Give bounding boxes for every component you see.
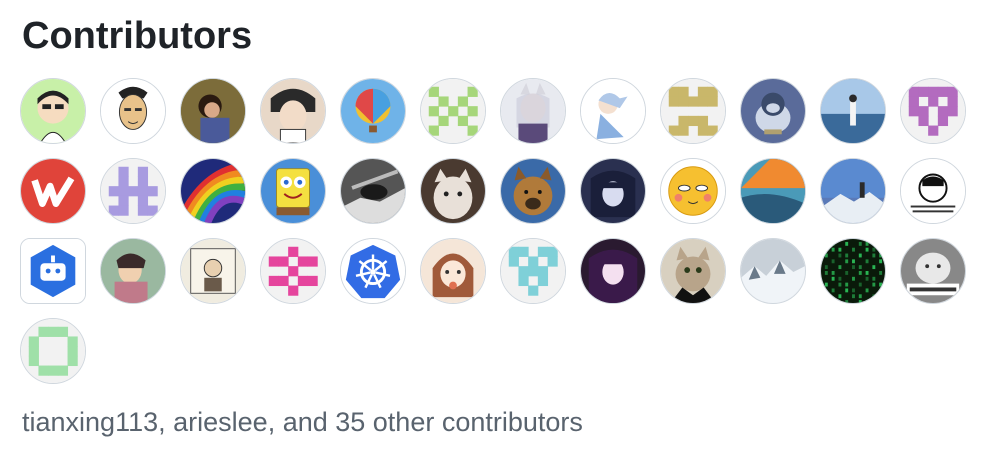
photo-cat-face-icon [421, 159, 485, 223]
identicon-magenta-icon [261, 239, 325, 303]
photo-sea-icon [821, 79, 885, 143]
contributor-avatar-matrix-code[interactable] [820, 238, 886, 304]
contributors-heading: Contributors [22, 15, 253, 57]
summary-separator: , and [267, 407, 336, 437]
contributor-link-arieslee[interactable]: arieslee [173, 407, 268, 437]
painting-woman-icon [101, 239, 165, 303]
contributor-avatar-identicon-teal[interactable] [500, 238, 566, 304]
contributor-avatar-anime-girl[interactable] [580, 78, 646, 144]
anime-wolf-icon [501, 79, 565, 143]
contributor-avatar-photo-sunset[interactable] [740, 158, 806, 224]
contributor-avatar-photo-tuxedo-cat[interactable] [660, 238, 726, 304]
anime-cat-girl-icon [421, 239, 485, 303]
contributor-avatar-photo-dog[interactable] [500, 158, 566, 224]
photo-tuxedo-cat-icon [661, 239, 725, 303]
contributor-avatar-rainbow-swirl[interactable] [180, 158, 246, 224]
hot-air-balloon-icon [341, 79, 405, 143]
photo-sunset-icon [741, 159, 805, 223]
contributor-avatar-meme-text[interactable] [900, 238, 966, 304]
photo-snow-icon [741, 239, 805, 303]
cartoon-book-icon [181, 239, 245, 303]
contributor-avatar-meme-face[interactable] [900, 158, 966, 224]
anime-purple-icon [581, 239, 645, 303]
contributor-avatar-hot-air-balloon[interactable] [340, 78, 406, 144]
rainbow-swirl-icon [181, 159, 245, 223]
contributor-avatar-smiley-face[interactable] [660, 158, 726, 224]
contributor-avatar-spongebob[interactable] [260, 158, 326, 224]
other-contributors-link[interactable]: 35 other contributors [335, 407, 583, 437]
identicon-purple-icon [901, 79, 965, 143]
kubernetes-logo-icon [341, 239, 405, 303]
contributor-avatar-identicon-olive[interactable] [660, 78, 726, 144]
robot-logo-icon [21, 239, 85, 303]
anime-girl-icon [581, 79, 645, 143]
contributor-avatar-anime-man[interactable] [260, 78, 326, 144]
meme-text-icon [901, 239, 965, 303]
anime-dark-icon [581, 159, 645, 223]
contributor-avatar-cartoon-book[interactable] [180, 238, 246, 304]
identicon-mint-icon [21, 319, 85, 383]
contributor-avatar-robot-logo[interactable] [20, 238, 86, 304]
contributor-avatar-identicon-green[interactable] [420, 78, 486, 144]
contributors-summary: tianxing113, arieslee, and 35 other cont… [22, 404, 583, 440]
identicon-lavender-icon [101, 159, 165, 223]
contributor-avatar-photo-snow[interactable] [740, 238, 806, 304]
contributor-avatar-anime-wolf[interactable] [500, 78, 566, 144]
contributor-avatar-sketch-face[interactable] [100, 78, 166, 144]
photo-mountain-icon [821, 159, 885, 223]
contributor-avatar-snorlax[interactable] [740, 78, 806, 144]
meme-face-icon [901, 159, 965, 223]
contributor-avatar-photo-cat-face[interactable] [420, 158, 486, 224]
matrix-code-icon [821, 239, 885, 303]
contributor-avatar-identicon-magenta[interactable] [260, 238, 326, 304]
contributor-avatar-anime-purple[interactable] [580, 238, 646, 304]
contributor-avatar-kubernetes-logo[interactable] [340, 238, 406, 304]
identicon-olive-icon [661, 79, 725, 143]
contributor-avatar-cartoon-boy[interactable] [20, 78, 86, 144]
contributor-avatar-identicon-purple[interactable] [900, 78, 966, 144]
contributor-avatar-anime-dark[interactable] [580, 158, 646, 224]
contributor-avatar-painting-woman[interactable] [100, 238, 166, 304]
contributor-avatar-identicon-lavender[interactable] [100, 158, 166, 224]
photo-dog-icon [501, 159, 565, 223]
sketch-face-icon [101, 79, 165, 143]
identicon-teal-icon [501, 239, 565, 303]
summary-separator: , [158, 407, 174, 437]
spongebob-icon [261, 159, 325, 223]
identicon-green-icon [421, 79, 485, 143]
anime-man-icon [261, 79, 325, 143]
contributor-avatar-photo-child[interactable] [180, 78, 246, 144]
contributors-avatar-grid [20, 78, 980, 388]
w-logo-icon [21, 159, 85, 223]
contributor-avatar-identicon-mint[interactable] [20, 318, 86, 384]
contributor-avatar-anime-cat-girl[interactable] [420, 238, 486, 304]
contributor-avatar-photo-mountain[interactable] [820, 158, 886, 224]
contributor-link-tianxing113[interactable]: tianxing113 [22, 407, 158, 437]
smiley-face-icon [661, 159, 725, 223]
photo-cat-stairs-icon [341, 159, 405, 223]
snorlax-icon [741, 79, 805, 143]
contributor-avatar-w-logo[interactable] [20, 158, 86, 224]
contributor-avatar-photo-cat-stairs[interactable] [340, 158, 406, 224]
cartoon-boy-icon [21, 79, 85, 143]
contributor-avatar-photo-sea[interactable] [820, 78, 886, 144]
photo-child-icon [181, 79, 245, 143]
